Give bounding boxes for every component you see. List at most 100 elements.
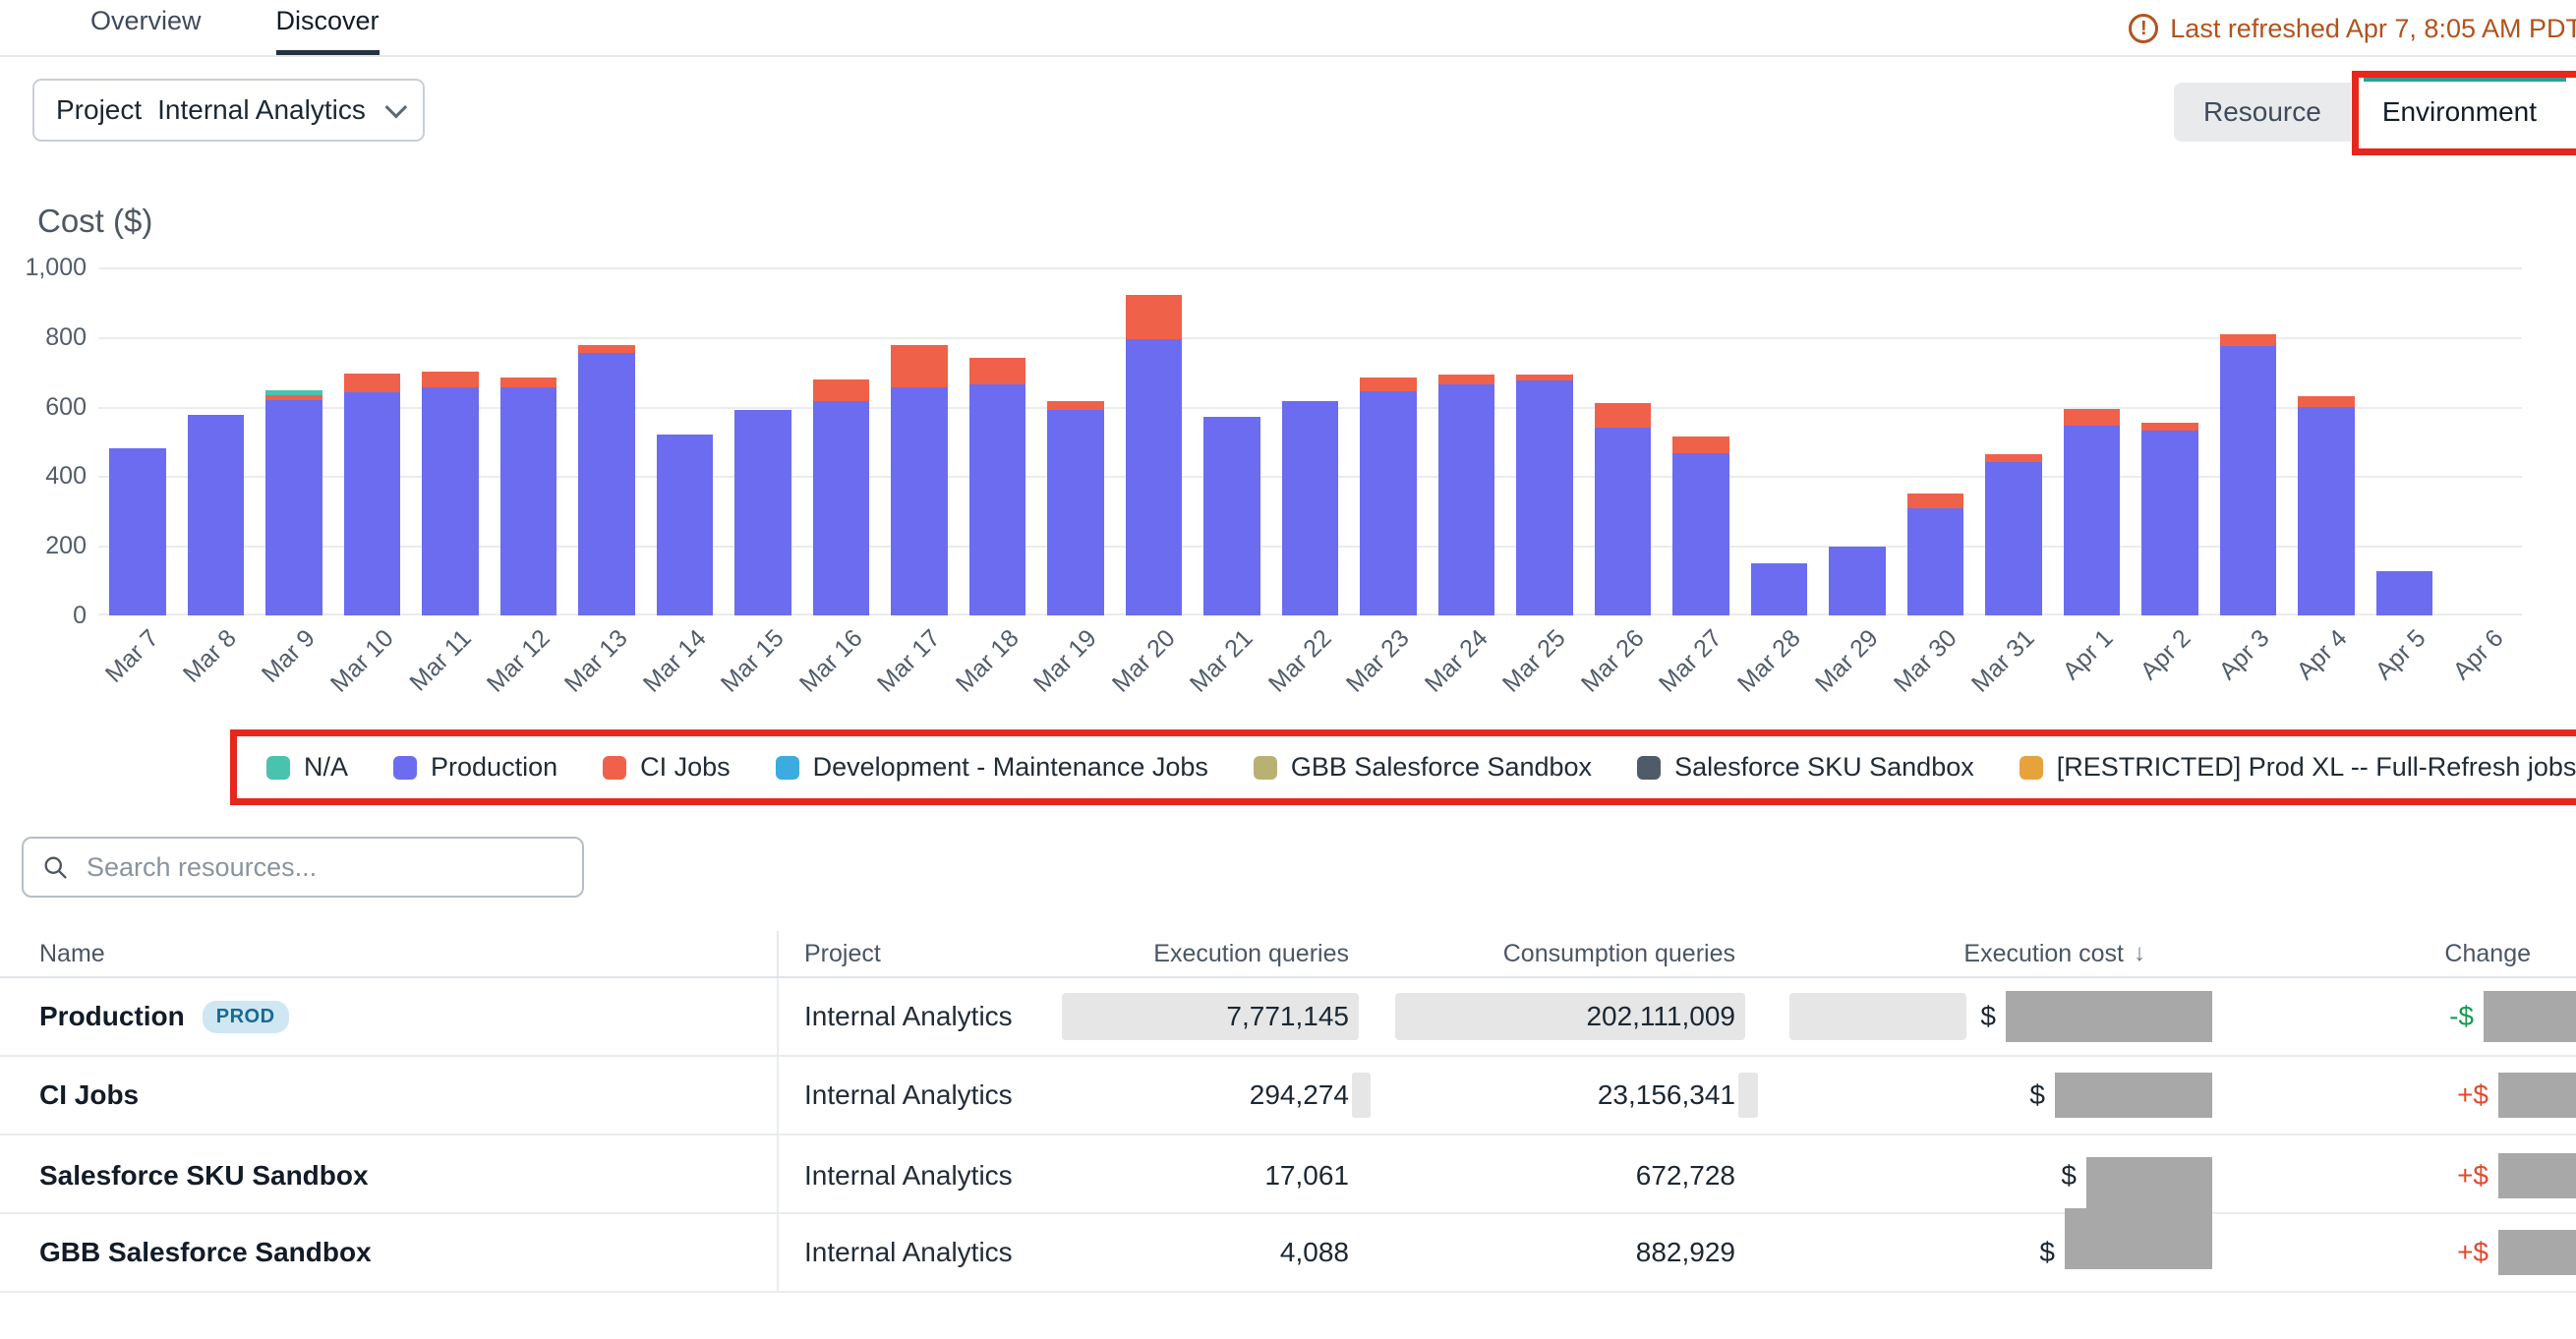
column-header-name[interactable]: Name	[0, 940, 777, 968]
legend-item-production[interactable]: Production	[393, 752, 557, 783]
bar-segment-production[interactable]	[2064, 426, 2121, 615]
environment-button[interactable]: Environment	[2351, 83, 2568, 142]
project-dropdown-value: Internal Analytics	[157, 94, 366, 126]
bar-segment-production[interactable]	[422, 387, 479, 615]
resource-name-cell: ProductionPROD	[0, 1001, 777, 1033]
table-row-production[interactable]: ProductionPRODInternal Analytics7,771,14…	[0, 978, 2576, 1057]
bar-segment-ci-jobs[interactable]	[2141, 423, 2198, 432]
bar-segment-production[interactable]	[500, 387, 557, 615]
legend-item-development-maintenance-jobs[interactable]: Development - Maintenance Jobs	[776, 752, 1208, 783]
legend-item-n-a[interactable]: N/A	[266, 752, 348, 783]
bar-segment-ci-jobs[interactable]	[813, 379, 870, 401]
bar-segment-production[interactable]	[734, 410, 791, 615]
resource-name: GBB Salesforce Sandbox	[39, 1237, 372, 1268]
bar-segment-production[interactable]	[2298, 407, 2355, 615]
change-prefix: +$	[2457, 1160, 2488, 1192]
change-prefix: -$	[2449, 1001, 2474, 1032]
bar-segment-production[interactable]	[969, 384, 1026, 615]
table-row-gbb-salesforce-sandbox[interactable]: GBB Salesforce SandboxInternal Analytics…	[0, 1214, 2576, 1293]
bar-segment-ci-jobs[interactable]	[500, 378, 557, 388]
bar-slot-mar-13	[567, 267, 646, 615]
chart-x-axis: Mar 7Mar 8Mar 9Mar 10Mar 11Mar 12Mar 13M…	[98, 615, 2522, 716]
bar-segment-production[interactable]	[1438, 384, 1495, 615]
bar-segment-production[interactable]	[2376, 571, 2433, 615]
consumption-queries-value: 202,111,009	[1586, 1001, 1735, 1032]
legend-item-ci-jobs[interactable]: CI Jobs	[603, 752, 731, 783]
x-axis-label: Mar 10	[324, 624, 399, 699]
bar-segment-production[interactable]	[1907, 508, 1964, 615]
tab-overview[interactable]: Overview	[90, 6, 202, 55]
x-axis-label: Mar 20	[1107, 624, 1182, 699]
bar-segment-production[interactable]	[1672, 453, 1729, 615]
bar-segment-production[interactable]	[1595, 428, 1652, 615]
cost-currency-prefix: $	[1980, 1001, 1996, 1032]
bar-segment-production[interactable]	[1516, 380, 1573, 615]
project-dropdown[interactable]: Project Internal Analytics	[32, 79, 425, 142]
bar-slot-mar-10	[333, 267, 412, 615]
column-header-execution-cost[interactable]: Execution cost ↓	[1789, 940, 2222, 968]
bar-segment-production[interactable]	[1829, 547, 1886, 615]
bar-segment-production[interactable]	[813, 401, 870, 615]
table-row-salesforce-sku-sandbox[interactable]: Salesforce SKU SandboxInternal Analytics…	[0, 1135, 2576, 1214]
bar-segment-ci-jobs[interactable]	[578, 345, 635, 353]
column-header-execution-queries[interactable]: Execution queries	[1082, 940, 1386, 968]
bar-segment-production[interactable]	[1282, 401, 1339, 615]
bar-segment-ci-jobs[interactable]	[2064, 409, 2121, 426]
bar-segment-ci-jobs[interactable]	[1438, 375, 1495, 384]
bar-segment-production[interactable]	[1126, 339, 1183, 615]
bar-segment-ci-jobs[interactable]	[1907, 494, 1964, 508]
search-input[interactable]	[85, 851, 564, 884]
bar-segment-ci-jobs[interactable]	[969, 358, 1026, 384]
bar-segment-production[interactable]	[891, 387, 948, 615]
resources-table: Name Project Execution queries Consumpti…	[0, 931, 2576, 1293]
bar-segment-ci-jobs[interactable]	[1672, 437, 1729, 453]
execution-cost-cell: $	[1789, 1057, 2222, 1134]
bar-segment-production[interactable]	[2220, 346, 2277, 615]
consumption-queries-cell: 882,929	[1386, 1214, 1789, 1291]
x-label-slot: Apr 2	[2131, 615, 2209, 716]
bar-segment-production[interactable]	[1047, 410, 1104, 615]
bar-segment-production[interactable]	[657, 435, 714, 615]
bar-segment-production[interactable]	[1985, 462, 2042, 615]
bar-segment-ci-jobs[interactable]	[1595, 403, 1652, 428]
bar-segment-ci-jobs[interactable]	[1047, 401, 1104, 410]
execution-queries-cell: 17,061	[1082, 1135, 1386, 1216]
x-label-slot: Mar 24	[1428, 615, 1506, 716]
table-body: ProductionPRODInternal Analytics7,771,14…	[0, 978, 2576, 1293]
chart-title: Cost ($)	[37, 203, 2576, 240]
chart-plot: 1,0008006004002000	[98, 267, 2522, 615]
bar-segment-production[interactable]	[2141, 431, 2198, 615]
x-label-slot: Mar 17	[880, 615, 959, 716]
bar-segment-production[interactable]	[1203, 417, 1260, 615]
bar-segment-ci-jobs[interactable]	[2220, 334, 2277, 345]
bar-segment-production[interactable]	[1360, 391, 1417, 615]
legend-item-restricted-prod-xl-full-refresh-jobs[interactable]: [RESTRICTED] Prod XL -- Full-Refresh job…	[2020, 752, 2576, 783]
search-box[interactable]	[22, 837, 584, 898]
x-label-slot: Mar 12	[490, 615, 568, 716]
legend-item-salesforce-sku-sandbox[interactable]: Salesforce SKU Sandbox	[1637, 752, 1974, 783]
bar-segment-ci-jobs[interactable]	[1985, 454, 2042, 462]
legend-item-gbb-salesforce-sandbox[interactable]: GBB Salesforce Sandbox	[1254, 752, 1592, 783]
bar-segment-ci-jobs[interactable]	[2298, 396, 2355, 407]
bar-segment-ci-jobs[interactable]	[422, 372, 479, 387]
bar-segment-production[interactable]	[265, 400, 322, 615]
column-header-change[interactable]: Change	[2222, 940, 2576, 968]
column-header-consumption-queries[interactable]: Consumption queries	[1386, 940, 1789, 968]
table-row-ci-jobs[interactable]: CI JobsInternal Analytics294,27423,156,3…	[0, 1057, 2576, 1135]
column-header-project[interactable]: Project	[777, 931, 1082, 976]
bar-segment-production[interactable]	[1751, 563, 1808, 615]
bar-segment-production[interactable]	[344, 392, 401, 615]
bar-segment-ci-jobs[interactable]	[344, 374, 401, 392]
project-cell: Internal Analytics	[777, 978, 1082, 1055]
resource-button[interactable]: Resource	[2174, 83, 2351, 142]
bar-segment-production[interactable]	[109, 448, 166, 615]
bar-segment-production[interactable]	[578, 353, 635, 615]
bar-segment-ci-jobs[interactable]	[1360, 378, 1417, 390]
environment-active-indicator	[2364, 78, 2566, 82]
bar-segment-ci-jobs[interactable]	[1126, 295, 1183, 338]
sort-desc-icon[interactable]: ↓	[2134, 940, 2145, 967]
bar-segment-ci-jobs[interactable]	[891, 345, 948, 388]
x-axis-label: Apr 2	[2136, 624, 2197, 686]
bar-segment-production[interactable]	[188, 415, 245, 615]
tab-discover[interactable]: Discover	[276, 6, 380, 55]
